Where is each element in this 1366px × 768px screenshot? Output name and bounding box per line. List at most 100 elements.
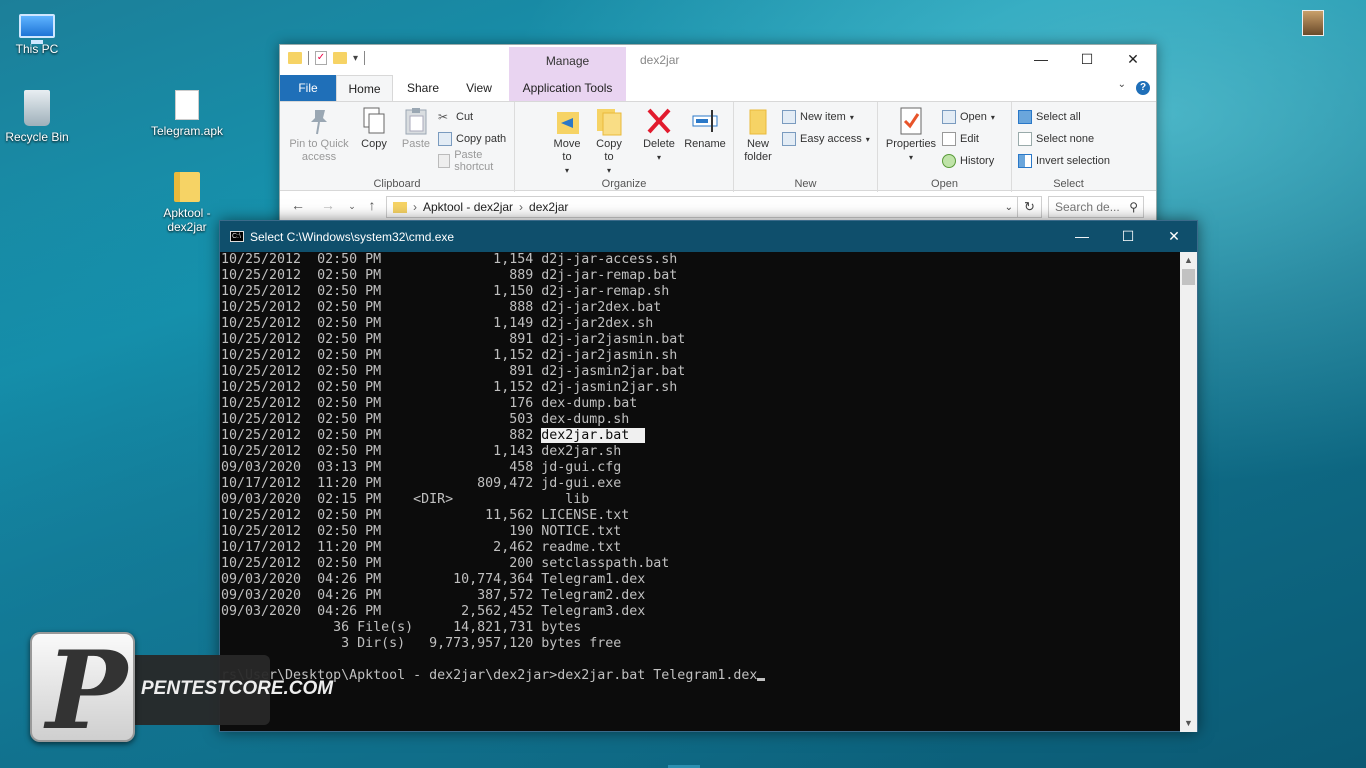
close-button[interactable]: ✕ [1151,221,1197,252]
desktop-icon-this-pc[interactable]: This PC [0,8,77,56]
file-name: dex2jar.sh [541,444,622,459]
copy-to-button[interactable]: Copy to ▾ [591,106,627,177]
customize-chevron-icon[interactable]: ▾ [353,53,358,64]
new-item-button[interactable]: New item ▾ [782,108,854,126]
listing-row: 10/25/2012 02:50 PM 1,152 d2j-jar2jasmin… [221,348,678,363]
tab-share[interactable]: Share [398,75,448,101]
desktop-icon-apktool-folder[interactable]: Apktool - dex2jar [147,172,227,234]
paste-shortcut-button[interactable]: Paste shortcut [438,149,514,173]
image-thumbnail-icon[interactable] [1302,10,1324,36]
copy-button[interactable]: Copy [356,106,392,151]
summary-dirs: 3 Dir(s) 9,773,957,120 bytes free [221,636,622,651]
refresh-icon[interactable]: ↻ [1018,196,1042,218]
group-open: Properties ▾ Open ▾ Edit History Open [878,102,1012,192]
breadcrumb-item[interactable]: dex2jar [529,200,568,214]
address-input[interactable]: › Apktool - dex2jar › dex2jar ⌄ [386,196,1018,218]
tab-view[interactable]: View [454,75,504,101]
file-name: d2j-jasmin2jar.bat [541,364,686,379]
move-to-button[interactable]: Move to ▾ [549,106,585,177]
copy-to-label: Copy to [596,138,622,163]
group-clipboard: Pin to Quick access Copy Paste ✂ Cut Cop… [280,102,515,192]
ribbon-tabs: File Home Share View Application Tools ⌄… [280,75,1156,101]
ribbon-collapse-icon[interactable]: ⌄ [1118,79,1126,90]
watermark-logo: P [30,628,135,754]
new-folder-button[interactable]: New folder [738,106,778,164]
scroll-up-icon[interactable]: ▲ [1180,252,1197,269]
delete-button[interactable]: Delete ▾ [639,106,679,164]
listing-row: 09/03/2020 04:26 PM 10,774,364 Telegram1… [221,572,646,587]
group-label: Clipboard [373,178,421,190]
maximize-button[interactable]: ☐ [1105,221,1151,252]
text-cursor [757,678,766,681]
tab-application-tools[interactable]: Application Tools [509,75,626,101]
scroll-down-icon[interactable]: ▼ [1180,715,1197,732]
scrollbar[interactable]: ▲ ▼ [1180,252,1197,732]
group-new: New folder New item ▾ Easy access ▾ New [734,102,878,192]
file-name: d2j-jar-remap.sh [541,284,670,299]
up-arrow-icon[interactable]: ↑ [362,197,382,213]
file-name: d2j-jar2jasmin.sh [541,348,678,363]
listing-row: 10/25/2012 02:50 PM 1,154 d2j-jar-access… [221,252,678,267]
cut-button[interactable]: ✂ Cut [438,108,473,126]
easy-access-icon [782,132,796,146]
minimize-button[interactable]: — [1059,221,1105,252]
console-output[interactable]: 10/25/2012 02:50 PM 1,154 d2j-jar-access… [220,252,1181,731]
desktop-icon-label: Telegram.apk [150,124,224,138]
file-name: jd-gui.exe [541,476,622,491]
paste-icon [402,106,430,136]
dropdown-arrow-icon: ▾ [564,166,569,175]
file-name: dex2jar.bat [541,428,646,443]
tab-manage[interactable]: Manage [509,47,626,75]
desktop-icon-telegram-apk[interactable]: Telegram.apk [147,90,227,138]
edit-button[interactable]: Edit [942,130,979,148]
pin-to-quick-access-button[interactable]: Pin to Quick access [286,106,352,164]
rename-button[interactable]: Rename [683,106,727,151]
cmd-title: Select C:\Windows\system32\cmd.exe [250,230,455,244]
copy-icon [360,106,388,136]
properties-button[interactable]: Properties ▾ [882,106,940,164]
select-none-button[interactable]: Select none [1018,130,1094,148]
invert-selection-button[interactable]: Invert selection [1018,152,1110,170]
address-dropdown-icon[interactable]: ⌄ [1005,202,1013,213]
file-name: lib [565,492,590,507]
new-item-icon [782,110,796,124]
edit-label: Edit [960,133,979,145]
breadcrumb-item[interactable]: Apktool - dex2jar [423,200,513,214]
select-all-button[interactable]: Select all [1018,108,1081,126]
history-button[interactable]: History [942,152,994,170]
minimize-button[interactable]: — [1018,45,1064,75]
listing-row: 10/25/2012 02:50 PM 11,562 LICENSE.txt [221,508,630,523]
help-icon[interactable]: ? [1136,81,1150,95]
file-explorer-window: ✓ ▾ Manage dex2jar — ☐ ✕ File Home Share… [279,44,1157,244]
move-to-icon [553,106,581,136]
listing-row: 10/17/2012 11:20 PM 809,472 jd-gui.exe [221,476,622,491]
dropdown-arrow-icon: ▾ [849,112,854,122]
new-item-label: New item [800,111,846,123]
open-button[interactable]: Open ▾ [942,108,995,126]
prompt-line: rs\User\Desktop\Apktool - dex2jar\dex2ja… [221,668,1181,684]
scroll-thumb[interactable] [1182,269,1195,285]
new-folder-icon[interactable] [333,52,347,64]
search-input[interactable]: Search de... ⚲ [1048,196,1144,218]
recent-locations-chevron-icon[interactable]: ⌄ [342,201,362,212]
file-name: Telegram2.dex [541,588,646,603]
file-name: d2j-jar-access.sh [541,252,678,267]
tab-home[interactable]: Home [336,75,393,101]
close-button[interactable]: ✕ [1110,45,1156,75]
paste-button[interactable]: Paste [398,106,434,151]
forward-arrow-icon[interactable]: → [318,197,338,213]
maximize-button[interactable]: ☐ [1064,45,1110,75]
file-name: d2j-jar2dex.sh [541,316,654,331]
cmd-icon: C:\ [230,231,244,242]
back-arrow-icon[interactable]: ← [288,197,308,213]
tab-file[interactable]: File [280,75,336,101]
easy-access-label: Easy access [800,133,862,145]
properties-icon[interactable]: ✓ [315,51,327,65]
desktop-icon-recycle-bin[interactable]: Recycle Bin [0,90,77,144]
history-icon [942,154,956,168]
cmd-titlebar: C:\ Select C:\Windows\system32\cmd.exe —… [220,221,1197,252]
copy-path-button[interactable]: Copy path [438,130,506,148]
listing-row: 09/03/2020 04:26 PM 2,562,452 Telegram3.… [221,604,646,619]
window-title: dex2jar [640,53,680,67]
easy-access-button[interactable]: Easy access ▾ [782,130,870,148]
